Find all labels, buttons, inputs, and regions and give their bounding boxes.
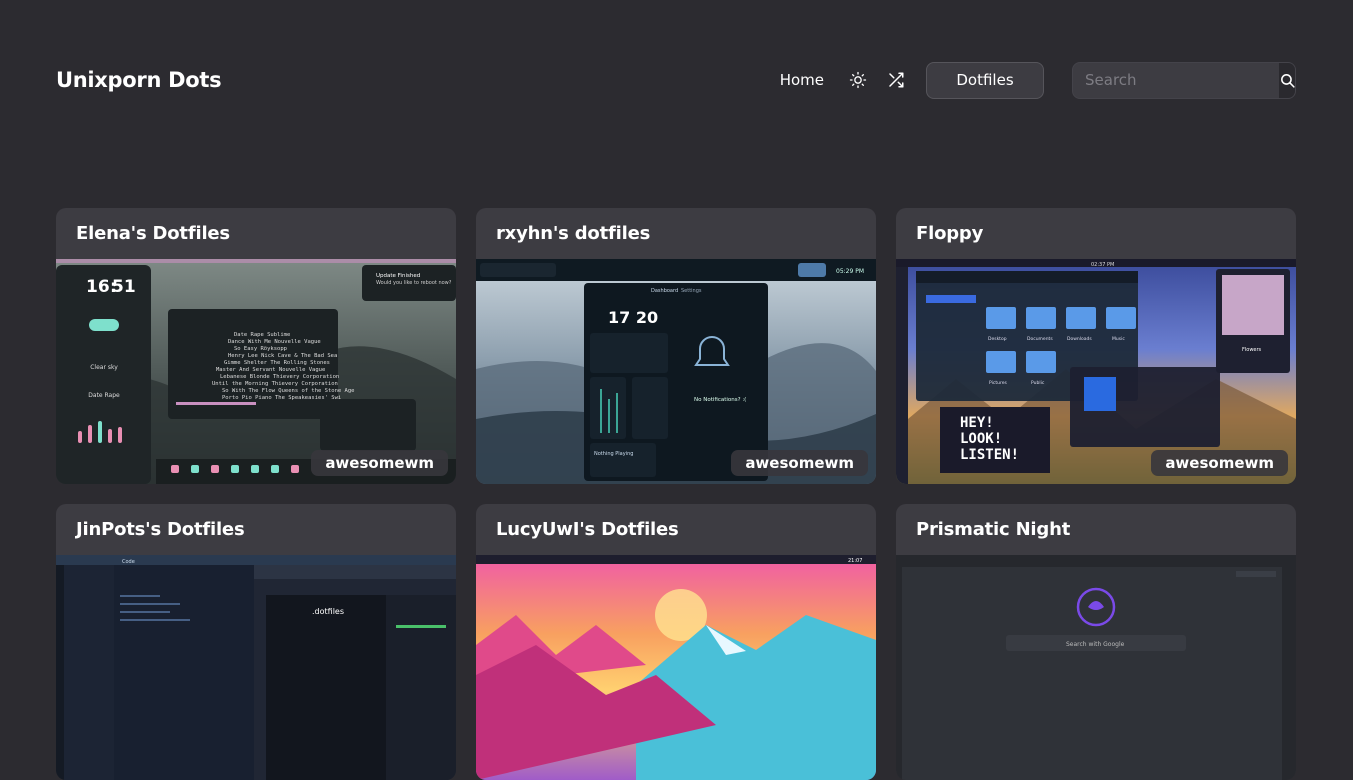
wm-badge: awesomewm bbox=[311, 450, 448, 476]
dotfiles-grid: Elena's Dotfiles 16 : 51 Clear sky Date … bbox=[56, 208, 1296, 780]
card-title: rxyhn's dotfiles bbox=[496, 223, 651, 244]
card-preview-image: 16 : 51 Clear sky Date Rape Date Rape Su… bbox=[56, 259, 456, 484]
preview-clock-hour: 16 bbox=[86, 277, 110, 297]
svg-text:Until the Morning Thievery Cor: Until the Morning Thievery Corporation bbox=[212, 381, 338, 387]
theme-toggle-button[interactable] bbox=[840, 62, 876, 98]
dotfile-card[interactable]: Prismatic Night Search with Google bbox=[896, 504, 1296, 780]
card-preview-image: 02:37 PM Desktop Documents Downloads Mus… bbox=[896, 259, 1296, 484]
nav-home-link[interactable]: Home bbox=[780, 71, 824, 89]
wm-badge: awesomewm bbox=[731, 450, 868, 476]
preview-music: Nothing Playing bbox=[594, 451, 633, 457]
search-icon bbox=[1281, 73, 1295, 88]
preview-top-time: 02:37 PM bbox=[1091, 262, 1114, 268]
card-title: JinPots's Dotfiles bbox=[76, 519, 245, 540]
preview-tab-dashboard: Dashboard bbox=[651, 288, 678, 294]
site-header: Unixporn Dots Home Dotfiles bbox=[56, 61, 1296, 99]
card-title: LucyUwI's Dotfiles bbox=[496, 519, 679, 540]
preview-hey: HEY! bbox=[960, 415, 994, 431]
svg-text:Music: Music bbox=[1112, 336, 1125, 342]
svg-text:Pictures: Pictures bbox=[989, 380, 1007, 386]
dotfile-card[interactable]: Floppy 02:37 PM Desktop Documents Downlo… bbox=[896, 208, 1296, 484]
svg-text:Downloads: Downloads bbox=[1067, 336, 1092, 342]
shuffle-icon bbox=[889, 72, 904, 88]
preview-look: LOOK! bbox=[960, 431, 1002, 447]
preview-popup-text: Would you like to reboot now? bbox=[376, 280, 452, 286]
preview-song: Date Rape bbox=[88, 392, 120, 399]
preview-bar-time: 05:29 PM bbox=[836, 268, 864, 275]
site-brand[interactable]: Unixporn Dots bbox=[56, 68, 222, 92]
preview-song: Flowers bbox=[1242, 347, 1262, 353]
preview-notif: No Notifications? :( bbox=[694, 397, 746, 403]
preview-time: 21:07 bbox=[848, 558, 862, 564]
preview-tab-settings: Settings bbox=[681, 288, 702, 294]
dotfile-card[interactable]: Elena's Dotfiles 16 : 51 Clear sky Date … bbox=[56, 208, 456, 484]
preview-clock: 17 20 bbox=[608, 308, 658, 327]
search-input[interactable] bbox=[1073, 62, 1279, 98]
card-preview-image: 05:29 PM Dashboard Settings 17 20 Nothin… bbox=[476, 259, 876, 484]
preview-popup-title: Update Finished bbox=[376, 273, 420, 279]
search-bar bbox=[1072, 61, 1296, 99]
svg-text:Dance With Me Nouvelle Vague: Dance With Me Nouvelle Vague bbox=[228, 339, 321, 345]
random-button[interactable] bbox=[878, 62, 914, 98]
preview-clock-min: 51 bbox=[112, 277, 136, 297]
dotfile-card[interactable]: JinPots's Dotfiles Code .dotfiles bbox=[56, 504, 456, 780]
svg-text:Gimme Shelter The Rolling Ston: Gimme Shelter The Rolling Stones bbox=[224, 360, 330, 366]
preview-app: Code bbox=[122, 559, 135, 565]
card-title: Floppy bbox=[916, 223, 984, 244]
svg-text:So Easy Röyksopp: So Easy Röyksopp bbox=[234, 346, 287, 352]
svg-text:Lebanese Blonde Thievery Corpo: Lebanese Blonde Thievery Corporation bbox=[220, 374, 339, 380]
sun-icon bbox=[849, 71, 867, 89]
card-preview-image: 21:07 bbox=[476, 555, 876, 780]
card-title: Elena's Dotfiles bbox=[76, 223, 230, 244]
svg-text:Public: Public bbox=[1031, 380, 1045, 386]
dotfile-card[interactable]: rxyhn's dotfiles 05:29 PM Dashboard Sett… bbox=[476, 208, 876, 484]
svg-text:Date Rape Sublime: Date Rape Sublime bbox=[234, 332, 290, 338]
preview-search: Search with Google bbox=[1066, 641, 1125, 648]
card-preview-image: Code .dotfiles bbox=[56, 555, 456, 780]
svg-text:Desktop: Desktop bbox=[988, 336, 1007, 342]
dotfile-card[interactable]: LucyUwI's Dotfiles 21:07 bbox=[476, 504, 876, 780]
preview-site: .dotfiles bbox=[312, 607, 344, 616]
card-title: Prismatic Night bbox=[916, 519, 1071, 540]
preview-weather: Clear sky bbox=[90, 364, 118, 371]
svg-text:Master And Servant Nouvelle Va: Master And Servant Nouvelle Vague bbox=[216, 367, 325, 373]
wm-badge: awesomewm bbox=[1151, 450, 1288, 476]
svg-text:So With The Flow Queens of the: So With The Flow Queens of the Stone Age bbox=[222, 388, 354, 394]
preview-listen: LISTEN! bbox=[960, 447, 1019, 463]
search-button[interactable] bbox=[1279, 62, 1295, 98]
svg-text:Documents: Documents bbox=[1027, 336, 1053, 342]
svg-text:Henry Lee Nick Cave & The Bad: Henry Lee Nick Cave & The Bad Sea bbox=[228, 353, 337, 359]
top-nav: Home Dotfiles bbox=[780, 61, 1296, 99]
dotfiles-button[interactable]: Dotfiles bbox=[926, 61, 1044, 99]
card-preview-image: Search with Google bbox=[896, 555, 1296, 780]
